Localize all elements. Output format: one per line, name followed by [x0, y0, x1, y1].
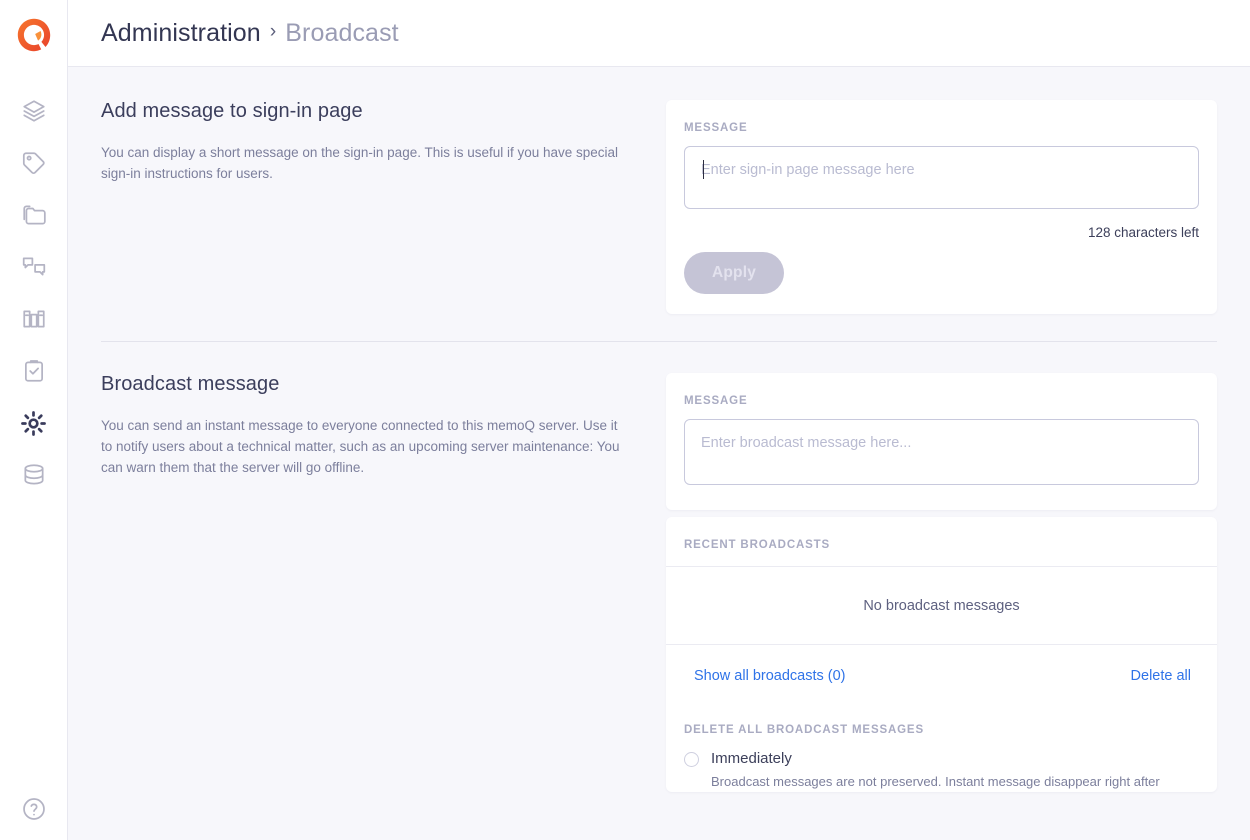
- signin-message-section: Add message to sign-in page You can disp…: [101, 67, 1217, 314]
- app-root: Administration › Broadcast Add message t…: [0, 0, 1250, 840]
- help-circle-icon: [21, 796, 47, 827]
- signin-section-text: Add message to sign-in page You can disp…: [101, 100, 666, 184]
- broadcast-message-label: MESSAGE: [684, 395, 748, 407]
- signin-message-label: MESSAGE: [684, 122, 748, 134]
- sidebar-item-tags[interactable]: [0, 137, 67, 189]
- memoq-logo[interactable]: [16, 17, 52, 53]
- sidebar-nav: [0, 85, 67, 501]
- recent-broadcasts-header: RECENT BROADCASTS: [666, 517, 1217, 566]
- radio-option-text: Immediately Broadcast messages are not p…: [711, 748, 1160, 792]
- page-content: Add message to sign-in page You can disp…: [68, 67, 1250, 840]
- clipboard-check-icon: [21, 358, 47, 384]
- recent-broadcasts-card: RECENT BROADCASTS No broadcast messages …: [666, 517, 1217, 792]
- show-all-broadcasts-link[interactable]: Show all broadcasts (0): [694, 668, 846, 684]
- signin-section-card-area: MESSAGE 128 characters left Apply: [666, 100, 1217, 314]
- sidebar-item-storage[interactable]: [0, 449, 67, 501]
- help-button[interactable]: [0, 796, 67, 827]
- radio-option-immediately[interactable]: Immediately Broadcast messages are not p…: [684, 748, 1199, 792]
- sidebar-item-resources[interactable]: [0, 85, 67, 137]
- recent-broadcasts-label: RECENT BROADCASTS: [684, 539, 831, 551]
- broadcast-section-description: You can send an instant message to every…: [101, 418, 620, 475]
- layers-icon: [21, 98, 47, 124]
- apply-button[interactable]: Apply: [684, 252, 785, 294]
- radio-option-description: Broadcast messages are not preserved. In…: [711, 774, 1160, 789]
- delete-all-link[interactable]: Delete all: [1131, 668, 1191, 684]
- chat-bubbles-icon: [21, 254, 47, 280]
- section-divider: [101, 341, 1217, 342]
- signin-message-card: MESSAGE 128 characters left Apply: [666, 100, 1217, 314]
- broadcast-message-input[interactable]: [684, 419, 1199, 485]
- breadcrumb: Administration › Broadcast: [101, 19, 399, 48]
- broadcasts-empty-text: No broadcast messages: [863, 597, 1020, 614]
- page-header: Administration › Broadcast: [68, 0, 1250, 67]
- sidebar-item-tasks[interactable]: [0, 345, 67, 397]
- broadcast-section-text: Broadcast message You can send an instan…: [101, 373, 666, 478]
- signin-section-title: Add message to sign-in page: [101, 100, 363, 122]
- signin-message-input[interactable]: [684, 146, 1199, 209]
- breadcrumb-separator-icon: ›: [269, 21, 277, 42]
- sidebar-item-administration[interactable]: [0, 397, 67, 449]
- radio-option-label: Immediately: [711, 750, 792, 767]
- breadcrumb-leaf: Broadcast: [285, 18, 399, 47]
- library-books-icon: [21, 306, 47, 332]
- signin-char-count: 128 characters left: [1087, 225, 1199, 240]
- broadcast-message-card: MESSAGE: [666, 373, 1217, 510]
- main-area: Administration › Broadcast Add message t…: [68, 0, 1250, 840]
- folders-icon: [21, 202, 47, 228]
- delete-all-settings: DELETE ALL BROADCAST MESSAGES Immediatel…: [666, 708, 1217, 792]
- sidebar-item-projects[interactable]: [0, 189, 67, 241]
- signin-section-description: You can display a short message on the s…: [101, 145, 619, 181]
- breadcrumb-root[interactable]: Administration: [101, 19, 261, 48]
- sidebar: [0, 0, 68, 840]
- broadcasts-actions-row: Show all broadcasts (0) Delete all: [666, 645, 1217, 708]
- broadcast-message-section: Broadcast message You can send an instan…: [101, 373, 1217, 792]
- sidebar-item-library[interactable]: [0, 293, 67, 345]
- broadcast-section-title: Broadcast message: [101, 373, 280, 395]
- signin-message-input-wrap: [684, 146, 1199, 214]
- sidebar-item-communication[interactable]: [0, 241, 67, 293]
- text-cursor: [703, 160, 704, 179]
- database-icon: [21, 462, 47, 488]
- tag-icon: [21, 150, 47, 176]
- delete-all-section-label: DELETE ALL BROADCAST MESSAGES: [684, 724, 924, 736]
- gear-icon: [20, 410, 47, 437]
- broadcast-section-card-area: MESSAGE RECENT BROADCASTS No broadcast m…: [666, 373, 1217, 792]
- broadcasts-empty-state: No broadcast messages: [666, 566, 1217, 645]
- radio-button-icon[interactable]: [684, 752, 699, 767]
